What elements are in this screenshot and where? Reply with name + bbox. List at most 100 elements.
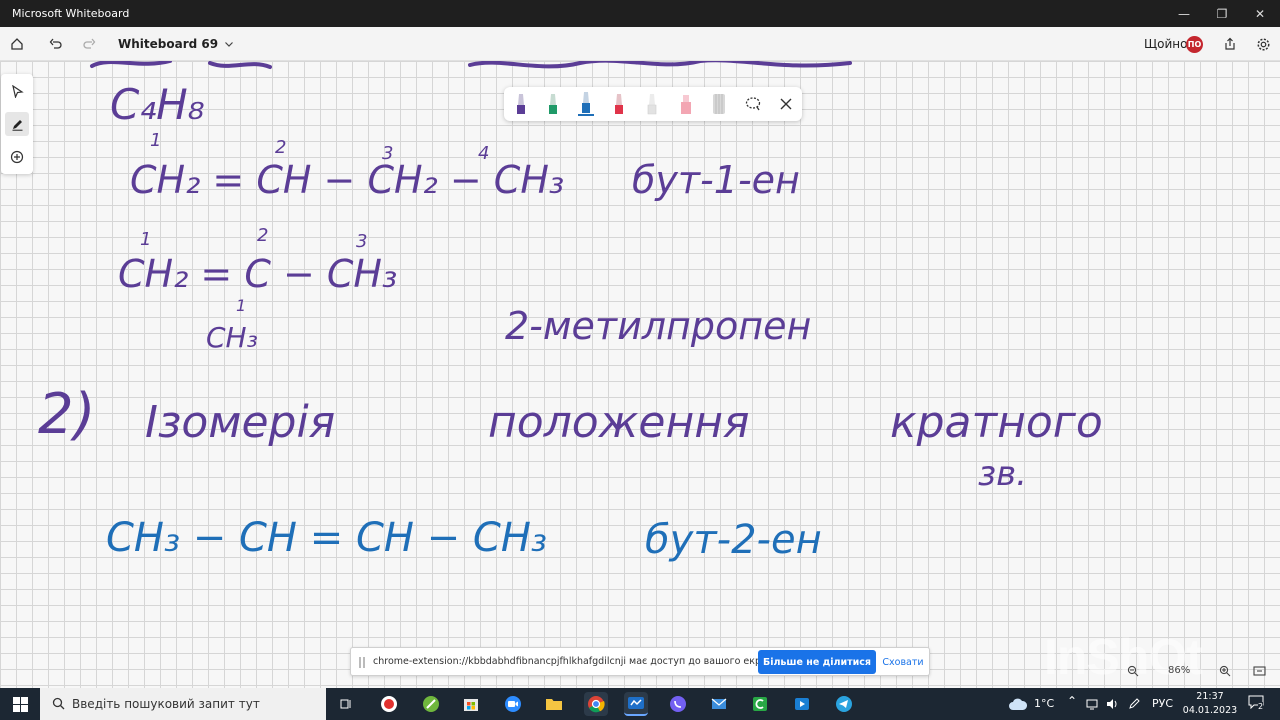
red-pen[interactable]: [607, 91, 631, 117]
task-view-icon[interactable]: [334, 692, 358, 716]
telegram-icon[interactable]: [832, 692, 856, 716]
drag-grip-icon[interactable]: [359, 657, 365, 668]
notifications-button[interactable]: 2: [1248, 694, 1270, 714]
name-methylpropene: 2-метилпропен: [505, 304, 811, 348]
close-button[interactable]: ✕: [1242, 0, 1278, 27]
chevron-down-icon: [225, 42, 234, 47]
network-icon[interactable]: [1086, 698, 1098, 710]
clock-time: 21:37: [1196, 691, 1224, 702]
board-title: Whiteboard 69: [118, 37, 219, 51]
weather-cloud-icon[interactable]: [1008, 697, 1028, 711]
heading-polozhennia: положення: [488, 397, 749, 448]
heading-isomeria: Ізомерія: [145, 397, 335, 448]
pen-tool[interactable]: [5, 112, 29, 136]
volume-icon[interactable]: [1106, 698, 1119, 710]
white-pen[interactable]: [640, 91, 664, 117]
left-toolbar: [1, 74, 33, 174]
store-icon[interactable]: [459, 692, 483, 716]
item-number-2: 2): [38, 382, 95, 447]
pen-tray: [504, 87, 802, 121]
clock-date: 04.01.2023: [1182, 705, 1238, 716]
chrome-icon[interactable]: [584, 692, 608, 716]
locant-1: 1: [150, 130, 161, 151]
zoom-controls: 86%: [1116, 660, 1276, 682]
share-icon: [1225, 37, 1235, 50]
zoom-in-icon: [1219, 665, 1231, 677]
branch-locant: 1: [236, 296, 246, 315]
settings-icon: [1257, 38, 1269, 50]
name-but-1-ene: бут-1-ен: [632, 158, 800, 202]
undo-button[interactable]: [44, 32, 68, 56]
app-green-icon[interactable]: [419, 692, 443, 716]
fit-screen-icon: [1252, 666, 1266, 676]
windows-taskbar: Введіть пошуковий запит тут 1°C ⌃ РУС 21…: [0, 688, 1280, 720]
green-pen[interactable]: [541, 91, 565, 117]
whiteboard-canvas[interactable]: C₄H₈ 1 2 3 4 CH₂ = CH − CH₂ − CH₃ бут-1-…: [0, 61, 1280, 688]
pen-workspace-icon[interactable]: [1128, 698, 1140, 710]
heading-zv: зв.: [978, 454, 1027, 494]
name-but-2-ene: бут-2-ен: [645, 517, 822, 563]
zoom-in-button[interactable]: [1216, 662, 1234, 680]
window-titlebar: Microsoft Whiteboard — ❐ ✕: [0, 0, 1280, 27]
app-toolbar: Whiteboard 69 Щойно ПО: [0, 27, 1280, 61]
branch-ch3: CH₃: [206, 321, 258, 354]
tray-chevron-up-icon[interactable]: ⌃: [1067, 694, 1077, 708]
formula-but-2-ene: CH₃ − CH = CH − CH₃: [106, 515, 547, 561]
locant-2: 2: [275, 137, 286, 158]
locant-b2: 2: [257, 225, 268, 246]
home-icon: [11, 38, 23, 50]
viber-icon[interactable]: [666, 692, 690, 716]
camtasia-icon[interactable]: [748, 692, 772, 716]
pen-icon: [12, 119, 22, 131]
close-tray-icon[interactable]: [774, 91, 798, 117]
avatar[interactable]: ПО: [1186, 36, 1203, 53]
board-title-dropdown[interactable]: Whiteboard 69: [118, 37, 234, 51]
redo-button[interactable]: [77, 32, 101, 56]
locant-b1: 1: [140, 229, 151, 250]
system-clock[interactable]: 21:37 04.01.2023: [1180, 690, 1240, 718]
redo-icon: [83, 38, 96, 49]
formula-c4h8: C₄H₈: [110, 80, 205, 129]
ink-layer: C₄H₈ 1 2 3 4 CH₂ = CH − CH₂ − CH₃ бут-1-…: [38, 61, 1103, 563]
purple-pen[interactable]: [509, 91, 533, 117]
media-player-icon[interactable]: [790, 692, 814, 716]
heading-kratnoho: кратного: [890, 397, 1103, 448]
file-explorer-icon[interactable]: [542, 692, 566, 716]
search-placeholder: Введіть пошуковий запит тут: [72, 697, 260, 711]
eraser[interactable]: [707, 91, 731, 117]
select-tool[interactable]: [5, 79, 29, 103]
add-tool[interactable]: [5, 145, 29, 169]
whiteboard-app-icon[interactable]: [624, 692, 648, 716]
screen-recorder-icon[interactable]: [377, 692, 401, 716]
pink-highlighter[interactable]: [674, 91, 698, 117]
zoom-app-icon[interactable]: [501, 692, 525, 716]
formula-but-1-ene: CH₂ = CH − CH₂ − CH₃: [130, 158, 564, 202]
start-button[interactable]: [0, 688, 40, 720]
fit-to-screen-button[interactable]: [1250, 662, 1268, 680]
home-button[interactable]: [5, 32, 29, 56]
mail-icon[interactable]: [707, 692, 731, 716]
share-message: chrome-extension://kbbdabhdfibnancpjfhlk…: [373, 656, 782, 667]
hide-button[interactable]: Сховати: [879, 650, 927, 674]
add-icon: [10, 150, 24, 164]
screen-share-notice: chrome-extension://kbbdabhdfibnancpjfhlk…: [350, 647, 930, 676]
maximize-button[interactable]: ❐: [1204, 0, 1240, 27]
locant-b3: 3: [356, 231, 367, 252]
undo-icon: [49, 38, 62, 49]
zoom-level: 86%: [1168, 665, 1191, 676]
zoom-out-icon: [1127, 665, 1139, 677]
stop-sharing-button[interactable]: Більше не ділитися: [758, 650, 876, 674]
notification-count: 2: [1258, 702, 1264, 711]
input-language[interactable]: РУС: [1152, 697, 1173, 710]
share-button[interactable]: [1218, 32, 1242, 56]
windows-logo-icon: [12, 696, 28, 712]
lasso-icon[interactable]: [741, 91, 765, 117]
settings-button[interactable]: [1251, 32, 1275, 56]
weather-temperature[interactable]: 1°C: [1034, 697, 1054, 710]
minimize-button[interactable]: —: [1166, 0, 1202, 27]
search-icon: [52, 697, 65, 710]
last-edit-label: Щойно: [1144, 37, 1188, 51]
taskbar-search[interactable]: Введіть пошуковий запит тут: [40, 688, 326, 720]
blue-pen[interactable]: [574, 91, 598, 117]
zoom-out-button[interactable]: [1124, 662, 1142, 680]
